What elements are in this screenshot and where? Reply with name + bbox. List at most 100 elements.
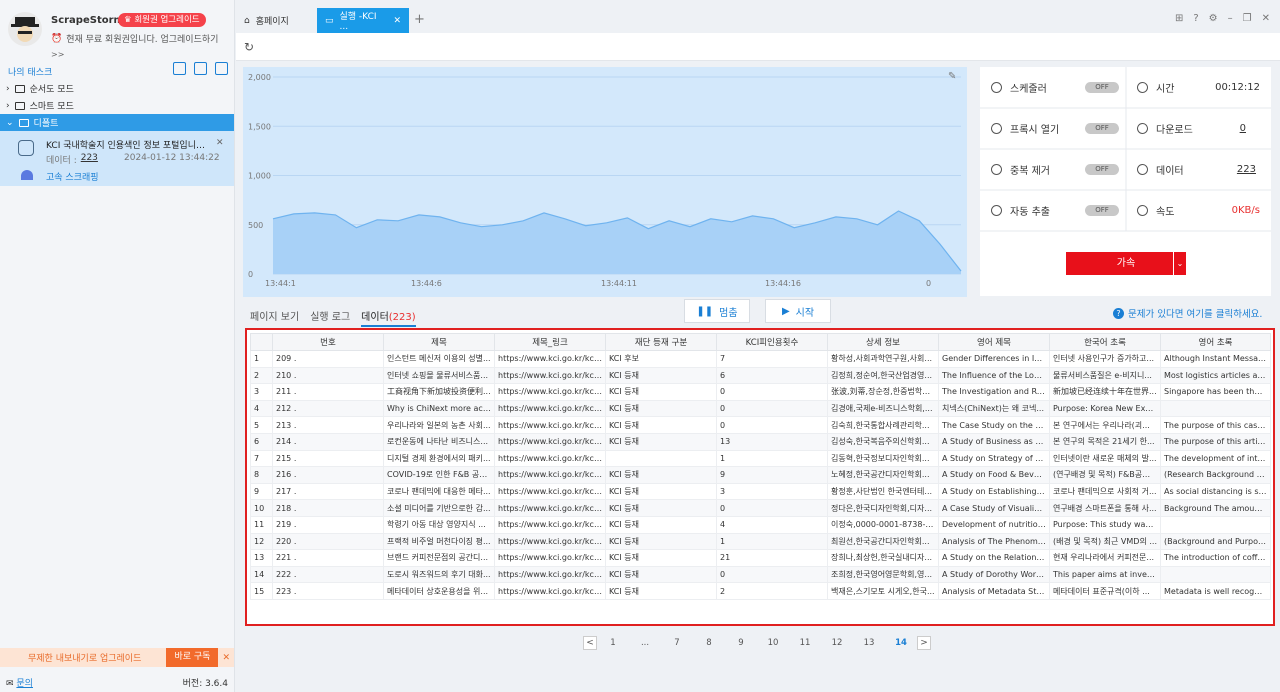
column-header[interactable]: 상세 정보	[827, 333, 939, 351]
proxy-toggle[interactable]: OFF	[1085, 123, 1119, 134]
table-cell[interactable]: (연구배경 및 목적) F&B공간...	[1049, 466, 1161, 484]
column-header[interactable]: 한국어 초록	[1049, 333, 1161, 351]
table-cell[interactable]: Purpose: This study was un...	[1049, 515, 1161, 534]
table-cell[interactable]: 김정희,정순여,한국산업경영...	[827, 366, 939, 385]
tab-data[interactable]: 데이터(223)	[361, 308, 416, 327]
table-cell[interactable]: 3	[716, 482, 828, 501]
upgrade-badge[interactable]: ♛ 회원권 업그레이드	[118, 13, 206, 27]
table-cell[interactable]: 222 .	[272, 565, 384, 584]
page-number[interactable]: 9	[725, 638, 757, 648]
table-cell[interactable]: 13	[716, 432, 828, 451]
table-cell[interactable]: KCI 등재	[605, 466, 717, 484]
table-cell[interactable]: https://www.kci.go.kr/kciport...	[494, 416, 606, 434]
table-cell[interactable]: 현재 우리나라에서 커피전문...	[1049, 549, 1161, 567]
page-number[interactable]: 14	[885, 638, 917, 648]
table-cell[interactable]: https://www.kci.go.kr/kciport...	[494, 350, 606, 368]
table-cell[interactable]: 6	[250, 432, 273, 451]
table-cell[interactable]: 9	[716, 466, 828, 484]
table-cell[interactable]: 디지털 경제 환경에서의 패키...	[383, 449, 495, 468]
table-cell[interactable]: 0	[716, 499, 828, 517]
table-cell[interactable]: https://www.kci.go.kr/kciport...	[494, 532, 606, 551]
table-cell[interactable]: 코로나 팬데믹에 대응한 메타...	[383, 482, 495, 501]
table-cell[interactable]: A Study on Strategy of Pack...	[938, 449, 1050, 468]
table-cell[interactable]: (Background and Purpose) ...	[1160, 532, 1271, 551]
table-cell[interactable]: https://www.kci.go.kr/kciport...	[494, 499, 606, 517]
table-cell[interactable]: (배경 및 목적) 최근 VMD의 ...	[1049, 532, 1161, 551]
table-cell[interactable]: 연구배경 스마트폰을 통해 사...	[1049, 499, 1161, 517]
table-cell[interactable]: As social distancing is stren...	[1160, 482, 1271, 501]
table-cell[interactable]: 221 .	[272, 549, 384, 567]
table-cell[interactable]	[1160, 515, 1271, 534]
table-cell[interactable]: 3	[250, 383, 273, 401]
accelerate-dropdown[interactable]: ⌄	[1173, 252, 1186, 275]
table-cell[interactable]: 7	[250, 449, 273, 468]
close-icon[interactable]: ✕	[1262, 13, 1270, 24]
tab-page-view[interactable]: 페이지 보기	[250, 308, 299, 327]
table-cell[interactable]: https://www.kci.go.kr/kciport...	[494, 515, 606, 534]
table-cell[interactable]: 1	[716, 449, 828, 468]
table-cell[interactable]: Although Instant Messaging...	[1160, 350, 1271, 368]
gift-icon[interactable]: ⊞	[1175, 13, 1183, 24]
table-cell[interactable]: 김경애,국제e-비즈니스학회,...	[827, 399, 939, 418]
minimize-icon[interactable]: –	[1228, 13, 1233, 24]
promo-text[interactable]: 무제한 내보내기로 업그레이드	[0, 651, 166, 664]
settings-icon[interactable]	[215, 62, 228, 75]
table-cell[interactable]: 217 .	[272, 482, 384, 501]
page-number[interactable]: 7	[661, 638, 693, 648]
table-cell[interactable]: 인터넷 사용인구가 증가하고...	[1049, 350, 1161, 368]
refresh-icon[interactable]: ↻	[244, 40, 254, 54]
table-cell[interactable]: KCI 등재	[605, 532, 717, 551]
table-cell[interactable]: 로컨운동에 나타난 비즈니스...	[383, 432, 495, 451]
accelerate-button[interactable]: 가속	[1066, 252, 1186, 275]
column-header[interactable]: 재단 등재 구분	[605, 333, 717, 351]
table-cell[interactable]: https://www.kci.go.kr/kciport...	[494, 549, 606, 567]
table-cell[interactable]: Purpose: Korea New Excha...	[1049, 399, 1161, 418]
close-icon[interactable]: ✕	[393, 16, 401, 26]
table-cell[interactable]: 물류서비스품질은 e-비지니...	[1049, 366, 1161, 385]
table-cell[interactable]: 황하성,사회과학연구원,사회...	[827, 350, 939, 368]
column-header[interactable]: KCI피인용횟수	[716, 333, 828, 351]
table-cell[interactable]: 인스턴트 메신저 이용의 성별...	[383, 350, 495, 368]
auto-export-toggle[interactable]: OFF	[1085, 205, 1119, 216]
table-cell[interactable]: 본 연구의 목적은 21세기 한...	[1049, 432, 1161, 451]
table-cell[interactable]: https://www.kci.go.kr/kciport...	[494, 399, 606, 418]
table-row[interactable]: 10 218 . 소셜 미디어를 기반으로한 감... https://www.kci…	[250, 499, 1271, 517]
page-number[interactable]: ...	[629, 638, 661, 648]
table-cell[interactable]: 13	[250, 549, 273, 567]
new-task-icon[interactable]	[194, 62, 207, 75]
table-cell[interactable]: 212 .	[272, 399, 384, 418]
dedupe-toggle[interactable]: OFF	[1085, 164, 1119, 175]
table-cell[interactable]: 최원선,한국공간디자인학회...	[827, 532, 939, 551]
table-cell[interactable]: The introduction of coffee b...	[1160, 549, 1271, 567]
table-cell[interactable]: A Study on Food & Beverag...	[938, 466, 1050, 484]
table-cell[interactable]: 본 연구에서는 우리나라(괴...	[1049, 416, 1161, 434]
table-cell[interactable]: https://www.kci.go.kr/kciport...	[494, 366, 606, 385]
table-cell[interactable]: 8	[250, 466, 273, 484]
table-cell[interactable]: 김동혁,한국정보디자인학회...	[827, 449, 939, 468]
tab-run[interactable]: ▭ 실행 -KCI ... ✕	[317, 8, 409, 33]
table-cell[interactable]: 1	[250, 350, 273, 368]
table-cell[interactable]: 14	[250, 565, 273, 584]
page-number[interactable]: 10	[757, 638, 789, 648]
column-header[interactable]: 영어 초록	[1160, 333, 1271, 351]
add-tab-button[interactable]: +	[414, 12, 425, 27]
table-cell[interactable]: 0	[716, 416, 828, 434]
table-cell[interactable]: 우리나라와 일본의 농촌 사회...	[383, 416, 495, 434]
table-cell[interactable]: 조희정,한국영어영문학회,영...	[827, 565, 939, 584]
table-cell[interactable]: https://www.kci.go.kr/kciport...	[494, 383, 606, 401]
column-header[interactable]: 제목_링크	[494, 333, 606, 351]
table-cell[interactable]: Metadata is well recognized...	[1160, 582, 1271, 600]
table-row[interactable]: 14 222 . 도로시 워즈워드의 후기 대화... https://www.kci…	[250, 565, 1271, 584]
table-row[interactable]: 12 220 . 프랙적 비주얼 머천다이징 평... https://www.kci…	[250, 532, 1271, 551]
table-cell[interactable]: 장희나,최상헌,한국실내디자...	[827, 549, 939, 567]
table-cell[interactable]: https://www.kci.go.kr/kciport...	[494, 482, 606, 501]
table-cell[interactable]: The purpose of this article i...	[1160, 432, 1271, 451]
table-row[interactable]: 11 219 . 학령기 아동 대상 영양지식 ... https://www.kci…	[250, 515, 1271, 534]
table-cell[interactable]: 214 .	[272, 432, 384, 451]
help-icon[interactable]: ?	[1193, 13, 1198, 24]
start-button[interactable]: ▶ 시작	[765, 299, 831, 323]
table-cell[interactable]: Background The amount of...	[1160, 499, 1271, 517]
table-cell[interactable]: Development of nutrition qu...	[938, 515, 1050, 534]
table-cell[interactable]: 219 .	[272, 515, 384, 534]
page-number[interactable]: 11	[789, 638, 821, 648]
